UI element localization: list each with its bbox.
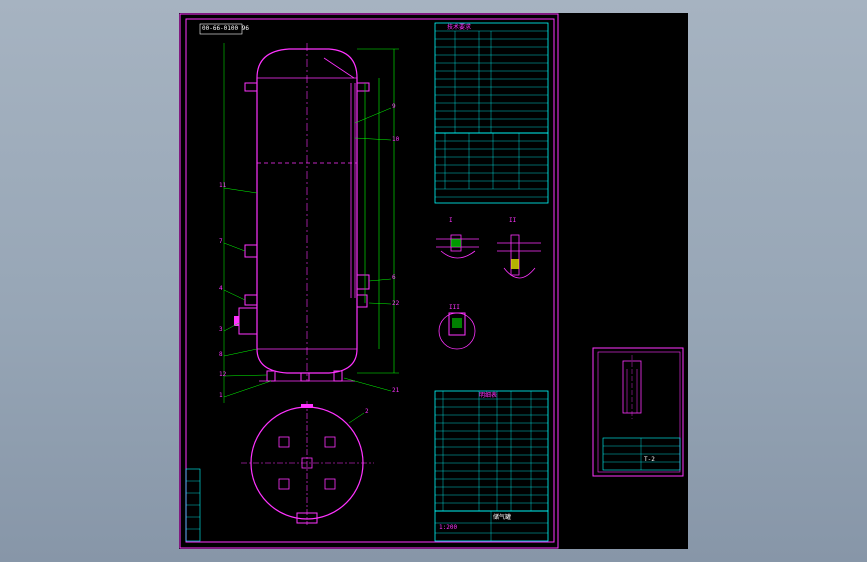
detail-sheet-caption: T-2 (644, 456, 655, 463)
balloon-9: 9 (392, 103, 396, 110)
tech-requirements-header: 技术要求 (447, 24, 472, 31)
balloon-1: 1 (219, 392, 223, 399)
balloon-21: 21 (392, 387, 400, 394)
detail-i-title: I (449, 217, 453, 224)
parts-list-header: 明细表 (479, 392, 498, 399)
balloon-12: 12 (219, 371, 227, 378)
detail-sheet-frame (592, 347, 684, 477)
detail-iii-title: III (449, 304, 460, 311)
support-leg-center (300, 372, 310, 382)
support-leg-left (266, 370, 276, 382)
code-box-text: 00-66-0100 96 (202, 25, 249, 32)
nozzle-mid-right (356, 274, 370, 290)
balloon-3: 3 (219, 326, 223, 333)
manhole (238, 307, 258, 335)
drawing-geometry (179, 13, 684, 549)
title-block-name: 储气罐 (493, 514, 512, 521)
title-block-scale: 1:200 (439, 524, 458, 531)
balloon-22: 22 (392, 300, 400, 307)
plan-top-nozzle (301, 404, 313, 408)
balloon-7: 7 (219, 238, 223, 245)
design-data-table (434, 22, 549, 134)
detail-ii-title: II (509, 217, 517, 224)
nozzle-mid-left (244, 244, 258, 258)
nozzle-top-left (244, 82, 258, 92)
balloon-8: 8 (219, 351, 223, 358)
drawing-canvas[interactable]: 00-66-0100 96 技术要求 明细表 储气罐 1:200 T-2 I I… (179, 13, 688, 549)
balloon-10: 10 (392, 136, 400, 143)
balloon-4: 4 (219, 285, 223, 292)
balloon-11: 11 (219, 182, 227, 189)
balloon-6: 6 (392, 274, 396, 281)
balloon-2: 2 (365, 408, 369, 415)
nozzle-top-right (356, 82, 370, 92)
sheet-inner-frame (185, 18, 555, 543)
nozzle-table (434, 132, 549, 204)
detail-ii (497, 234, 541, 279)
